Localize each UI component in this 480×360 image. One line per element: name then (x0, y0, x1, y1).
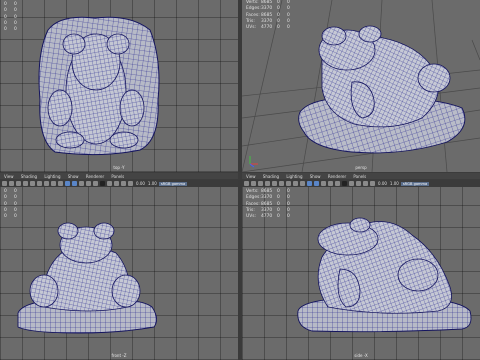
select-camera-icon[interactable] (2, 181, 7, 186)
motion-blur-icon[interactable] (349, 181, 354, 186)
xray-icon[interactable] (370, 181, 375, 186)
field-chart-icon[interactable] (300, 181, 305, 186)
motion-blur-icon[interactable] (107, 181, 112, 186)
exposure-value[interactable]: 0.00 (136, 181, 145, 186)
menu-shading[interactable]: Shading (21, 174, 37, 179)
menu-lighting[interactable]: Lighting (44, 174, 60, 179)
viewport-top[interactable]: 00 00 00 00 00 top -Y (0, 0, 238, 172)
frog-mesh-side-view[interactable] (242, 187, 480, 360)
resolution-gate-icon[interactable] (286, 181, 291, 186)
gate-mask-icon[interactable] (51, 181, 56, 186)
viewport-front[interactable]: 00 00 00 00 00 front -Z (0, 187, 238, 360)
frog-mesh-top-view[interactable] (0, 0, 238, 172)
xray-icon[interactable] (128, 181, 133, 186)
gamma-value[interactable]: 1.00 (390, 181, 399, 186)
viewport-side[interactable]: Verts: 8685 0 0 Edges: 3370 0 0 Faces: 8685 0 0 T… (242, 187, 480, 360)
gate-mask-icon[interactable] (293, 181, 298, 186)
isolate-select-icon[interactable] (121, 181, 126, 186)
exposure-value[interactable]: 0.00 (378, 181, 387, 186)
select-camera-icon[interactable] (244, 181, 249, 186)
frog-mesh-persp-view[interactable] (242, 0, 480, 172)
textured-icon[interactable] (321, 181, 326, 186)
viewport-persp[interactable]: Verts: 8685 0 0 Edges: 3370 0 0 Faces: 8685 0 0 T… (242, 0, 480, 172)
resolution-gate-icon[interactable] (44, 181, 49, 186)
panel-menu-bar-bottom-right: View Shading Lighting Show Renderer Pane… (242, 173, 480, 179)
color-space-select[interactable]: sRGB gamma (400, 181, 430, 186)
wireframe-icon[interactable] (307, 181, 312, 186)
frog-mesh-front-view[interactable] (0, 187, 238, 360)
wireframe-icon[interactable] (65, 181, 70, 186)
bookmarks-icon[interactable] (16, 181, 21, 186)
lights-icon[interactable] (328, 181, 333, 186)
panel-toolbar-bottom-left: 0.00 1.00 sRGB gamma (0, 180, 238, 187)
lights-icon[interactable] (86, 181, 91, 186)
image-plane-icon[interactable] (265, 181, 270, 186)
camera-label: persp (355, 165, 367, 170)
color-space-select[interactable]: sRGB gamma (158, 181, 188, 186)
smooth-shade-icon[interactable] (314, 181, 319, 186)
camera-attributes-icon[interactable] (9, 181, 14, 186)
menu-show[interactable]: Show (68, 174, 79, 179)
menu-renderer[interactable]: Renderer (328, 174, 346, 179)
menu-shading[interactable]: Shading (263, 174, 279, 179)
film-gate-icon[interactable] (279, 181, 284, 186)
grid-icon[interactable] (30, 181, 35, 186)
menu-show[interactable]: Show (310, 174, 321, 179)
bookmarks-icon[interactable] (258, 181, 263, 186)
menu-panels[interactable]: Panels (353, 174, 366, 179)
shadows-icon[interactable] (335, 181, 340, 186)
gamma-value[interactable]: 1.00 (148, 181, 157, 186)
menu-renderer[interactable]: Renderer (86, 174, 104, 179)
camera-attributes-icon[interactable] (251, 181, 256, 186)
camera-label: side -X (354, 353, 368, 358)
ambient-occlusion-icon[interactable] (342, 181, 347, 186)
film-gate-icon[interactable] (37, 181, 42, 186)
panel-toolbar-bottom-right: 0.00 1.00 sRGB gamma (242, 180, 480, 187)
isolate-select-icon[interactable] (363, 181, 368, 186)
menu-lighting[interactable]: Lighting (286, 174, 302, 179)
ambient-occlusion-icon[interactable] (100, 181, 105, 186)
anti-aliasing-icon[interactable] (114, 181, 119, 186)
shadows-icon[interactable] (93, 181, 98, 186)
menu-view[interactable]: View (4, 174, 14, 179)
anti-aliasing-icon[interactable] (356, 181, 361, 186)
menu-panels[interactable]: Panels (111, 174, 124, 179)
field-chart-icon[interactable] (58, 181, 63, 186)
camera-label: top -Y (113, 165, 125, 170)
grid-icon[interactable] (272, 181, 277, 186)
smooth-shade-icon[interactable] (72, 181, 77, 186)
image-plane-icon[interactable] (23, 181, 28, 186)
maya-four-view-layout: 00 00 00 00 00 top -Y Verts: 8685 0 0 Ed… (0, 0, 480, 360)
textured-icon[interactable] (79, 181, 84, 186)
panel-menu-bar-bottom-left: View Shading Lighting Show Renderer Pane… (0, 173, 238, 179)
camera-label: front -Z (111, 353, 127, 358)
menu-view[interactable]: View (246, 174, 256, 179)
